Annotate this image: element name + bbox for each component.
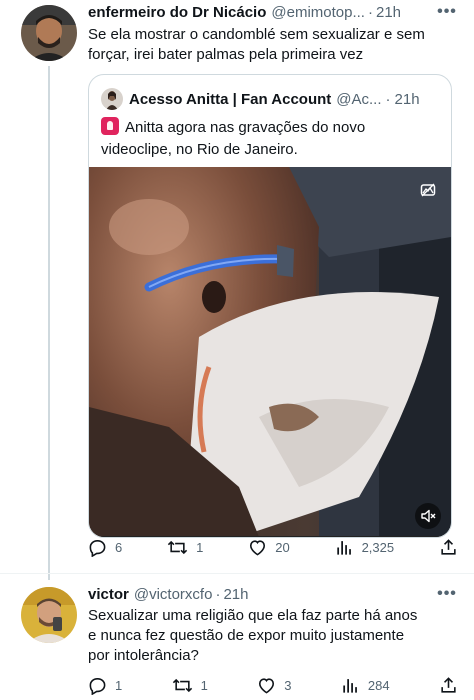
tweet[interactable]: enfermeiro do Dr Nicácio @emimotop... · …	[0, 0, 474, 573]
timestamp[interactable]: 21h	[376, 4, 401, 21]
views-chart-icon	[343, 678, 357, 693]
tweet-actions: 1 1 3 284	[88, 674, 458, 696]
tweet-text-line: forçar, irei bater palmas pela primeira …	[88, 46, 364, 63]
like-button[interactable]: 3	[257, 676, 291, 695]
reply-icon	[89, 539, 106, 557]
separator-dot: ·	[385, 90, 391, 108]
quoted-tweet[interactable]: Acesso Anitta | Fan Account @Ac... · 21h…	[88, 74, 452, 538]
heart-icon	[250, 539, 266, 556]
avatar[interactable]	[21, 587, 77, 643]
tweet-text-line: Sexualizar uma religião que ela faz part…	[88, 607, 418, 624]
reply-icon	[89, 677, 106, 695]
separator-dot: ·	[215, 585, 221, 603]
tweet-actions: 6 1 20 2,325	[88, 536, 458, 558]
video-frame	[89, 167, 451, 537]
views-button[interactable]: 284	[341, 676, 390, 695]
share-button[interactable]	[439, 676, 458, 695]
sensitive-media-icon[interactable]	[415, 177, 441, 203]
quoted-display-name: Acesso Anitta | Fan Account	[129, 90, 332, 108]
user-handle[interactable]: @emimotop...	[271, 4, 365, 21]
share-icon	[441, 538, 456, 555]
share-button[interactable]	[439, 538, 458, 557]
tweet-text: Se ela mostrar o candomblé sem sexualiza…	[88, 25, 454, 65]
view-count: 284	[367, 677, 390, 693]
tweet-text-line: por intolerância?	[88, 647, 199, 664]
tweet[interactable]: victor @victorxcfo · 21h ••• Sexualizar …	[0, 573, 474, 700]
like-button[interactable]: 20	[248, 538, 290, 557]
quoted-tweet-header: Acesso Anitta | Fan Account @Ac... · 21h	[101, 87, 441, 111]
retweet-icon	[167, 540, 188, 554]
reply-count: 6	[115, 539, 123, 555]
retweet-count: 1	[200, 677, 208, 693]
separator-dot: ·	[367, 3, 373, 21]
like-count: 3	[284, 677, 292, 693]
quoted-text-line: videoclipe, no Rio de Janeiro.	[101, 141, 298, 158]
share-icon	[441, 676, 456, 693]
quoted-text-line: Anitta agora nas gravações do novo	[101, 117, 439, 139]
retweet-icon	[172, 678, 192, 692]
reply-button[interactable]: 6	[88, 538, 122, 557]
quoted-avatar	[101, 88, 123, 110]
quoted-text-line-1: Anitta agora nas gravações do novo	[125, 119, 366, 136]
more-options-icon[interactable]: •••	[434, 0, 460, 24]
display-name[interactable]: victor	[88, 586, 129, 603]
video-player[interactable]	[89, 167, 451, 537]
views-button[interactable]: 2,325	[335, 538, 395, 557]
tweet-text-line: Se ela mostrar o candomblé sem sexualiza…	[88, 26, 425, 43]
mute-icon[interactable]	[415, 503, 441, 529]
user-handle[interactable]: @victorxcfo	[134, 586, 213, 603]
tweet-header: victor @victorxcfo · 21h •••	[88, 582, 460, 606]
retweet-button[interactable]: 1	[172, 676, 208, 695]
retweet-count: 1	[196, 539, 204, 555]
heart-icon	[259, 677, 275, 694]
tweet-header: enfermeiro do Dr Nicácio @emimotop... · …	[88, 0, 460, 24]
retweet-button[interactable]: 1	[167, 538, 203, 557]
tweet-text: Sexualizar uma religião que ela faz part…	[88, 606, 454, 666]
quoted-tweet-text: Anitta agora nas gravações do novo video…	[101, 117, 439, 161]
reply-count: 1	[115, 677, 123, 693]
like-count: 20	[275, 539, 290, 555]
avatar[interactable]	[21, 5, 77, 61]
quoted-timestamp: 21h	[394, 90, 420, 108]
police-siren-icon	[101, 117, 119, 135]
quoted-handle: @Ac...	[336, 90, 382, 108]
view-count: 2,325	[361, 539, 395, 555]
display-name[interactable]: enfermeiro do Dr Nicácio	[88, 4, 266, 21]
timestamp[interactable]: 21h	[223, 586, 248, 603]
reply-button[interactable]: 1	[88, 676, 122, 695]
views-chart-icon	[336, 540, 351, 555]
more-options-icon[interactable]: •••	[434, 582, 460, 606]
tweet-text-line: e nunca fez questão de expor muito justa…	[88, 627, 405, 644]
